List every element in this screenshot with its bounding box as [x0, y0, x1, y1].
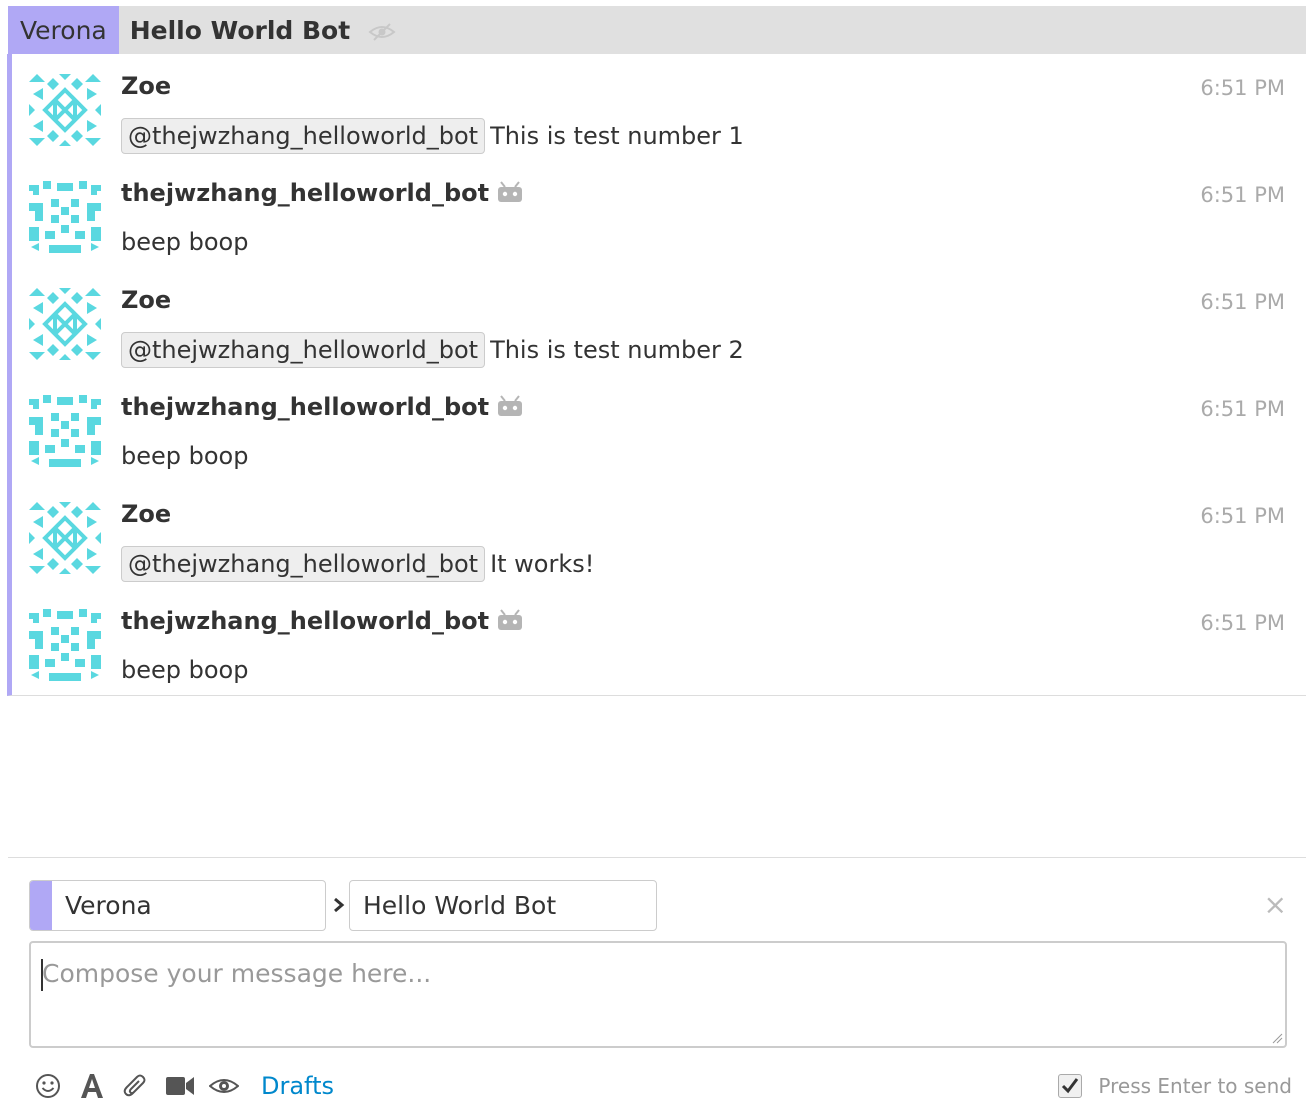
paperclip-icon[interactable]: [118, 1071, 154, 1101]
avatar-zoe[interactable]: [29, 288, 101, 360]
avatar-bot[interactable]: [29, 181, 101, 253]
user-mention[interactable]: @thejwzhang_helloworld_bot: [121, 332, 486, 368]
message-content: beep boop: [121, 653, 248, 687]
avatar-bot[interactable]: [29, 609, 101, 681]
message-content: @thejwzhang_helloworld_bot It works!: [121, 546, 594, 582]
message-text: This is test number 1: [490, 122, 744, 150]
message-text: beep boop: [121, 656, 249, 684]
compose-toolbar: Drafts: [30, 1068, 334, 1104]
message-text: beep boop: [121, 442, 249, 470]
stream-color-swatch: [30, 881, 52, 930]
bot-icon: [498, 395, 523, 416]
enter-to-send: Press Enter to send: [1058, 1071, 1292, 1101]
bot-icon: [498, 181, 523, 202]
sender-name[interactable]: thejwzhang_helloworld_bot: [121, 391, 523, 423]
eye-icon[interactable]: [206, 1071, 242, 1101]
message-placeholder: Compose your message here...: [42, 959, 432, 988]
sender-name-text: Zoe: [121, 500, 172, 528]
sender-name-text: thejwzhang_helloworld_bot: [121, 179, 490, 207]
topic-name[interactable]: Hello World Bot: [119, 6, 350, 54]
sender-name-text: thejwzhang_helloworld_bot: [121, 393, 490, 421]
message-time[interactable]: 6:51 PM: [1200, 395, 1285, 423]
close-icon[interactable]: ×: [1264, 890, 1287, 920]
enter-to-send-label: Press Enter to send: [1098, 1074, 1292, 1098]
avatar-zoe[interactable]: [29, 502, 101, 574]
stream-input-value: Verona: [65, 891, 152, 920]
sender-name[interactable]: Zoe: [121, 498, 171, 530]
sender-name[interactable]: thejwzhang_helloworld_bot: [121, 605, 523, 637]
sender-name-text: thejwzhang_helloworld_bot: [121, 607, 490, 635]
stream-name[interactable]: Verona: [8, 6, 119, 54]
avatar-zoe[interactable]: [29, 74, 101, 146]
drafts-link[interactable]: Drafts: [261, 1068, 334, 1104]
avatar-bot[interactable]: [29, 395, 101, 467]
message-time[interactable]: 6:51 PM: [1200, 288, 1285, 316]
checkmark-icon: [1062, 1078, 1079, 1094]
smile-icon[interactable]: [30, 1071, 66, 1101]
user-mention[interactable]: @thejwzhang_helloworld_bot: [121, 118, 486, 154]
compose-box: Verona Hello World Bot × Compose your me…: [8, 857, 1306, 1119]
message-row[interactable]: thejwzhang_helloworld_bot 6:51 PM beep b…: [12, 589, 1306, 696]
resize-grip-icon[interactable]: [1271, 1032, 1283, 1044]
eye-slash-icon[interactable]: [350, 6, 396, 54]
sender-name[interactable]: Zoe: [121, 70, 171, 102]
message-content: @thejwzhang_helloworld_bot This is test n…: [121, 118, 744, 154]
bot-icon: [498, 609, 523, 630]
message-content: beep boop: [121, 439, 248, 473]
message-row[interactable]: thejwzhang_helloworld_bot 6:51 PM beep b…: [12, 375, 1306, 482]
sender-name[interactable]: thejwzhang_helloworld_bot: [121, 177, 523, 209]
sender-name-text: Zoe: [121, 286, 172, 314]
topic-input[interactable]: Hello World Bot: [349, 880, 657, 931]
message-content: @thejwzhang_helloworld_bot This is test n…: [121, 332, 744, 368]
message-row[interactable]: thejwzhang_helloworld_bot 6:51 PM beep b…: [12, 161, 1306, 268]
message-time[interactable]: 6:51 PM: [1200, 181, 1285, 209]
recipient-bar: Verona Hello World Bot: [8, 6, 1306, 54]
video-icon[interactable]: [162, 1071, 198, 1101]
message-content: beep boop: [121, 225, 248, 259]
message-row[interactable]: Zoe 6:51 PM @thejwzhang_helloworld_bot Th…: [12, 268, 1306, 375]
message-textarea[interactable]: Compose your message here...: [29, 941, 1287, 1048]
topic-input-value: Hello World Bot: [363, 891, 557, 920]
user-mention[interactable]: @thejwzhang_helloworld_bot: [121, 546, 486, 582]
message-time[interactable]: 6:51 PM: [1200, 609, 1285, 637]
enter-to-send-checkbox[interactable]: [1058, 1074, 1083, 1098]
sender-name-text: Zoe: [121, 72, 172, 100]
format-text-icon[interactable]: [74, 1071, 110, 1101]
sender-name[interactable]: Zoe: [121, 284, 171, 316]
message-text: This is test number 2: [490, 336, 744, 364]
stream-input[interactable]: Verona: [29, 880, 326, 931]
message-text: beep boop: [121, 228, 249, 256]
message-text: It works!: [490, 550, 595, 578]
message-list: Zoe 6:51 PM @thejwzhang_helloworld_bot Th…: [7, 54, 1306, 696]
message-row[interactable]: Zoe 6:51 PM @thejwzhang_helloworld_bot It…: [12, 482, 1306, 589]
message-time[interactable]: 6:51 PM: [1200, 502, 1285, 530]
message-time[interactable]: 6:51 PM: [1200, 74, 1285, 102]
message-row[interactable]: Zoe 6:51 PM @thejwzhang_helloworld_bot Th…: [12, 54, 1306, 161]
